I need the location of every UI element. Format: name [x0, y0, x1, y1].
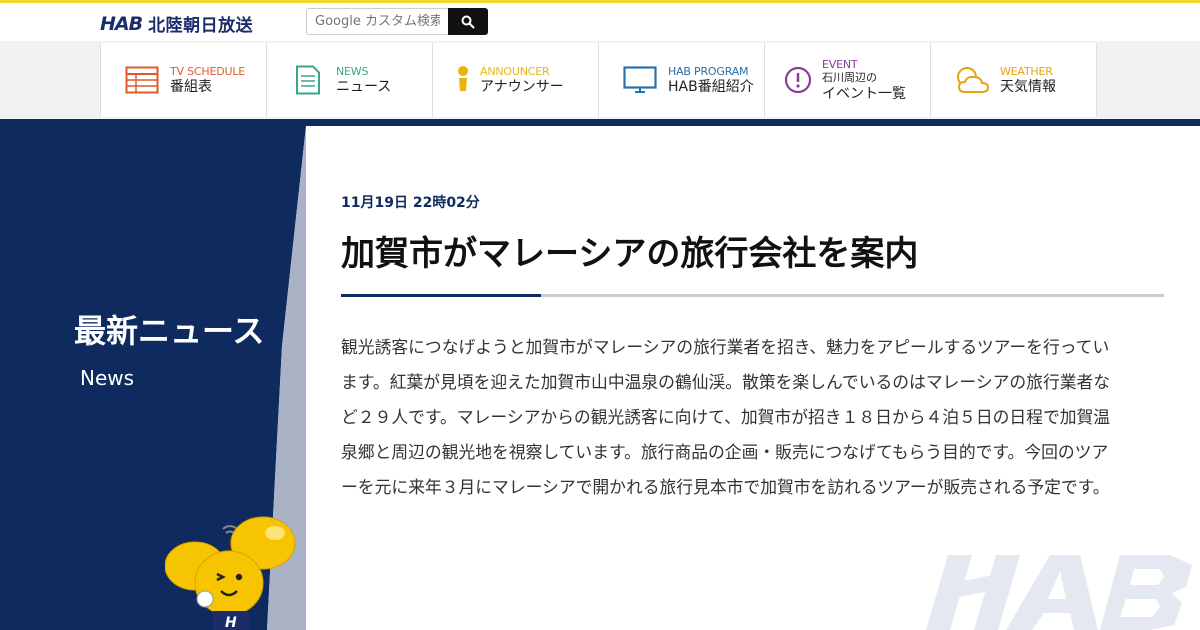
hab-watermark-logo — [926, 555, 1192, 630]
article-title: 加賀市がマレーシアの旅行会社を案内 — [341, 234, 919, 274]
nav-label-jp: 天気情報 — [1000, 78, 1056, 95]
nav-hab-program[interactable]: HAB PROGRAM HAB番組紹介 — [599, 43, 765, 117]
site-header: HAB 北陸朝日放送 — [0, 3, 1200, 41]
nav-label-jp-line2: イベント一覧 — [822, 85, 906, 102]
nav-label-en: EVENT — [822, 57, 858, 71]
nav-label-jp: HAB番組紹介 — [668, 78, 754, 95]
nav-label-en: TV SCHEDULE — [170, 64, 246, 78]
tv-schedule-icon — [123, 61, 161, 99]
exclamation-circle-icon — [783, 61, 813, 99]
article-body: 観光誘客につなげようと加賀市がマレーシアの旅行業者を招き、魅力をアピールするツア… — [341, 337, 1111, 497]
announcer-person-icon — [455, 61, 471, 99]
search-button[interactable] — [448, 8, 488, 35]
section-divider-bar — [0, 119, 1200, 126]
mascot-character: H — [165, 516, 296, 630]
sidebar-panel: 最新ニュース News H — [0, 126, 310, 630]
nav-label-en: WEATHER — [1000, 64, 1053, 78]
nav-label-en: ANNOUNCER — [480, 64, 550, 78]
logo-text: 北陸朝日放送 — [148, 16, 254, 36]
nav-news[interactable]: NEWS ニュース — [267, 43, 433, 117]
svg-text:H: H — [225, 615, 237, 630]
monitor-icon — [621, 61, 659, 99]
title-divider-accent — [341, 294, 541, 297]
nav-label-jp: ニュース — [336, 78, 392, 95]
nav-tv-schedule[interactable]: TV SCHEDULE 番組表 — [101, 43, 267, 117]
sidebar-title: 最新ニュース — [74, 312, 265, 350]
news-document-icon — [289, 61, 327, 99]
article-date: 11月19日 22時02分 — [341, 195, 480, 211]
sidebar-subtitle: News — [80, 366, 135, 390]
search-icon — [461, 15, 475, 29]
search-box — [306, 8, 488, 35]
search-input[interactable] — [306, 8, 448, 35]
nav-event[interactable]: EVENT 石川周辺の イベント一覧 — [765, 43, 931, 117]
logo-mark: HAB — [100, 12, 143, 35]
site-logo[interactable]: HAB 北陸朝日放送 — [100, 11, 254, 37]
nav-label-jp: アナウンサー — [480, 78, 564, 95]
nav-weather[interactable]: WEATHER 天気情報 — [931, 43, 1097, 117]
nav-label-en: NEWS — [336, 64, 369, 78]
weather-sun-cloud-icon — [953, 61, 991, 99]
nav-label-jp: 番組表 — [170, 78, 212, 95]
nav-announcer[interactable]: ANNOUNCER アナウンサー — [433, 43, 599, 117]
nav-label-en: HAB PROGRAM — [668, 64, 749, 78]
nav-label-jp-line1: 石川周辺の — [822, 70, 877, 84]
global-nav: TV SCHEDULE 番組表 NEWS ニュース ANNOUNCER アナウン… — [100, 43, 1097, 117]
